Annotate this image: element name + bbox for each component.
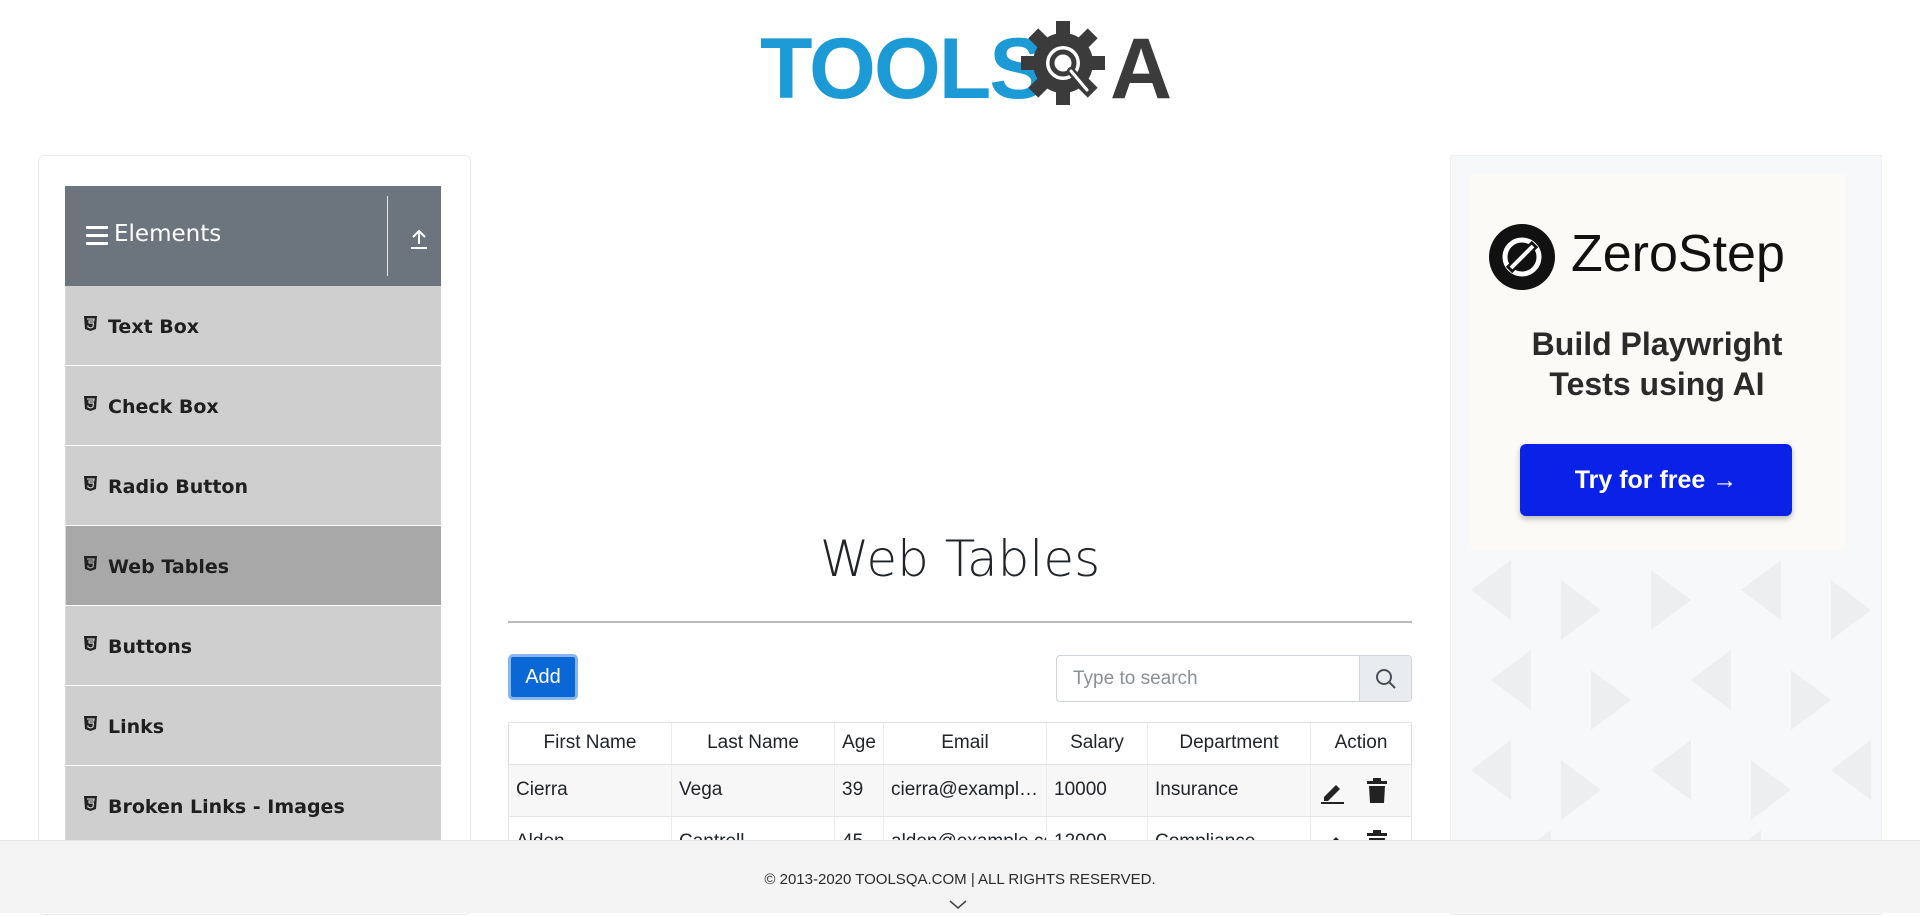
- table-cell: Insurance: [1148, 765, 1311, 816]
- add-button[interactable]: Add: [508, 654, 578, 700]
- search-input[interactable]: [1058, 657, 1358, 700]
- html5-icon: [84, 476, 97, 491]
- table-header: First Name Last Name Age Email Salary De…: [509, 723, 1411, 765]
- edit-icon[interactable]: [1319, 778, 1345, 804]
- ad-tagline-line: Tests using AI: [1549, 366, 1765, 402]
- column-header[interactable]: First Name: [509, 723, 672, 764]
- html5-icon: [84, 556, 97, 571]
- column-header: Action: [1334, 732, 1388, 753]
- sidebar-item-radio-button[interactable]: Radio Button: [65, 446, 441, 525]
- menu-icon: [86, 226, 108, 246]
- sidebar-item-label: Radio Button: [108, 476, 248, 498]
- sidebar-item-label: Text Box: [108, 316, 200, 338]
- table-cell: Vega: [672, 765, 835, 816]
- chevron-down-icon[interactable]: [948, 899, 968, 911]
- header-divider: [387, 196, 388, 276]
- ad-brand: ZeroStep: [1571, 225, 1785, 283]
- toolsqa-logo[interactable]: TOOLS A: [760, 18, 1172, 117]
- column-header[interactable]: Department: [1148, 723, 1311, 764]
- ad-cta-button[interactable]: Try for free →: [1520, 444, 1792, 516]
- sidebar-item-text-box[interactable]: Text Box: [65, 286, 441, 365]
- html5-icon: [84, 316, 97, 331]
- sidebar-item-links[interactable]: Links: [65, 686, 441, 765]
- search-box: [1056, 655, 1412, 702]
- ad-tagline-line: Build Playwright: [1531, 326, 1783, 362]
- column-header[interactable]: Last Name: [672, 723, 835, 764]
- sidebar-item-web-tables[interactable]: Web Tables: [65, 526, 441, 605]
- column-header[interactable]: Salary: [1047, 723, 1148, 764]
- table-cell: 10000: [1047, 765, 1148, 816]
- delete-icon[interactable]: [1366, 778, 1388, 804]
- title-divider: [508, 621, 1412, 623]
- elements-menu: Text Box Check Box Radio Button Web Tabl…: [65, 286, 441, 846]
- sidebar-item-check-box[interactable]: Check Box: [65, 366, 441, 445]
- ad-tagline: Build Playwright Tests using AI: [1469, 324, 1845, 404]
- html5-icon: [84, 796, 97, 811]
- table-cell: cierra@example.com: [884, 765, 1047, 816]
- html5-icon: [84, 636, 97, 651]
- sidebar-item-buttons[interactable]: Buttons: [65, 606, 441, 685]
- sidebar-item-label: Buttons: [108, 636, 193, 658]
- ad-card: ZeroStep Build Playwright Tests using AI…: [1469, 174, 1845, 550]
- logo-text-a: A: [1110, 21, 1173, 117]
- gear-magnifier-icon: [1021, 21, 1105, 105]
- table-cell: 39: [835, 765, 884, 816]
- sidebar-item-label: Check Box: [108, 396, 219, 418]
- site-footer: © 2013-2020 TOOLSQA.COM | ALL RIGHTS RES…: [0, 840, 1920, 913]
- elements-group-header[interactable]: Elements: [65, 186, 441, 286]
- html5-icon: [84, 716, 97, 731]
- search-button[interactable]: [1359, 656, 1411, 701]
- sidebar-item-label: Links: [108, 716, 165, 738]
- search-icon: [1376, 669, 1396, 689]
- sidebar-item-broken-links[interactable]: Broken Links - Images: [65, 766, 441, 845]
- action-cell: [1311, 765, 1411, 816]
- site-header: TOOLS A: [0, 0, 1920, 125]
- advertisement[interactable]: ZeroStep Build Playwright Tests using AI…: [1450, 155, 1882, 915]
- upload-arrow-icon[interactable]: [409, 228, 429, 250]
- table-row: Cierra Vega 39 cierra@example.com 10000 …: [509, 765, 1411, 817]
- column-header[interactable]: Email: [884, 723, 1047, 764]
- group-title: Elements: [114, 221, 222, 247]
- zerostep-logo-icon: [1489, 224, 1555, 290]
- copyright-text: © 2013-2020 TOOLSQA.COM | ALL RIGHTS RES…: [764, 871, 1156, 888]
- table-cell: Cierra: [509, 765, 672, 816]
- html5-icon: [84, 396, 97, 411]
- column-header[interactable]: Age: [835, 723, 884, 764]
- logo-text-tools: TOOLS: [760, 21, 1047, 117]
- sidebar-item-label: Web Tables: [108, 556, 230, 578]
- sidebar-item-label: Broken Links - Images: [108, 796, 345, 818]
- page-title: Web Tables: [819, 530, 1101, 588]
